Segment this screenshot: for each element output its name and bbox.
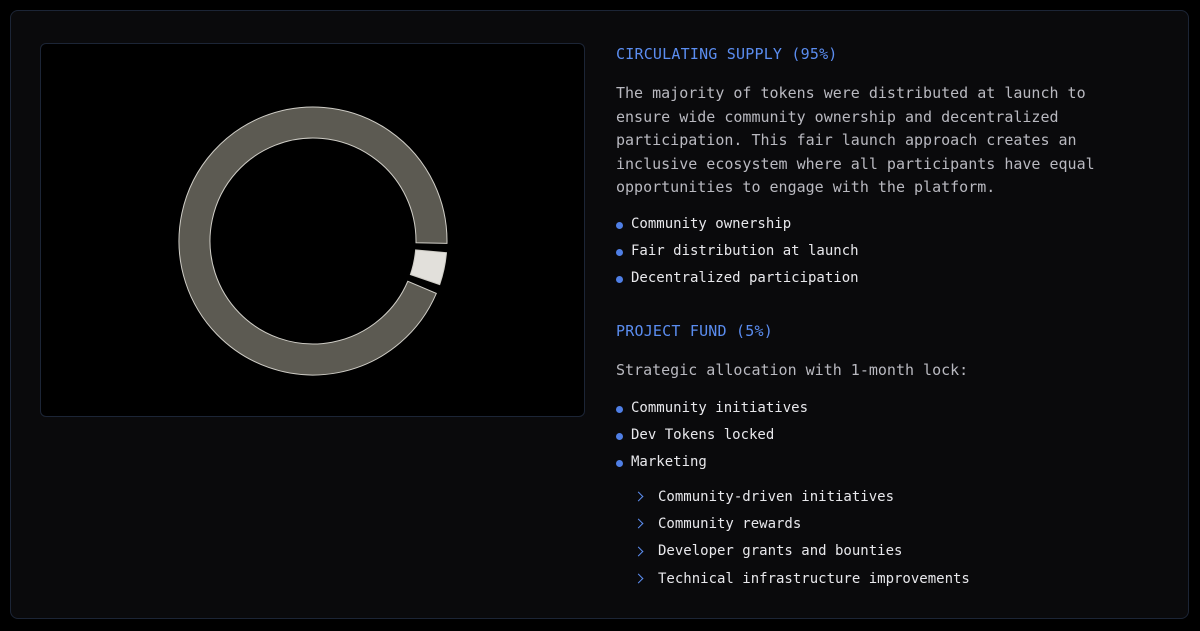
marketing-sub-list: Community-driven initiatives Community r… (633, 483, 970, 592)
chevron-right-icon (633, 518, 644, 529)
bullet-dot-icon (616, 405, 623, 413)
project-fund-list: Community initiatives Dev Tokens locked … (616, 394, 808, 476)
list-item-label: Community initiatives (631, 399, 809, 416)
list-item-label: Decentralized participation (631, 270, 859, 287)
donut-chart-container (40, 43, 585, 417)
bullet-dot-icon (616, 221, 623, 229)
sub-list-item: Developer grants and bounties (633, 538, 970, 565)
slice-circulating-supply[interactable] (178, 106, 448, 376)
list-item: Decentralized participation (616, 265, 859, 292)
sub-list-item-label: Technical infrastructure improvements (658, 570, 970, 587)
project-fund-intro: Strategic allocation with 1-month lock: (616, 361, 969, 379)
bullet-dot-icon (616, 460, 623, 468)
list-item: Community ownership (616, 210, 859, 237)
circulating-supply-description: The majority of tokens were distributed … (616, 84, 1095, 196)
donut-chart (178, 106, 448, 376)
list-item: Marketing (616, 449, 808, 476)
sub-list-item: Technical infrastructure improvements (633, 565, 970, 592)
sub-list-item-label: Developer grants and bounties (658, 543, 903, 560)
list-item-label: Community ownership (631, 215, 792, 232)
sub-list-item: Community rewards (633, 510, 970, 537)
sub-list-item-label: Community rewards (658, 515, 802, 532)
sub-list-item: Community-driven initiatives (633, 483, 970, 510)
slice-project-fund[interactable] (409, 249, 448, 286)
chevron-right-icon (633, 546, 644, 557)
chevron-right-icon (633, 573, 644, 584)
tokenomics-panel: CIRCULATING SUPPLY (95%) The majority of… (10, 10, 1189, 619)
list-item-label: Marketing (631, 454, 707, 471)
project-fund-title: PROJECT FUND (5%) (616, 322, 773, 340)
circulating-supply-list: Community ownership Fair distribution at… (616, 210, 859, 292)
circulating-supply-title: CIRCULATING SUPPLY (95%) (616, 45, 838, 63)
list-item-label: Fair distribution at launch (631, 242, 859, 259)
sub-list-item-label: Community-driven initiatives (658, 488, 895, 505)
chevron-right-icon (633, 491, 644, 502)
list-item: Community initiatives (616, 394, 808, 421)
list-item: Dev Tokens locked (616, 421, 808, 448)
bullet-dot-icon (616, 276, 623, 284)
bullet-dot-icon (616, 432, 623, 440)
list-item: Fair distribution at launch (616, 237, 859, 264)
bullet-dot-icon (616, 248, 623, 256)
list-item-label: Dev Tokens locked (631, 426, 775, 443)
